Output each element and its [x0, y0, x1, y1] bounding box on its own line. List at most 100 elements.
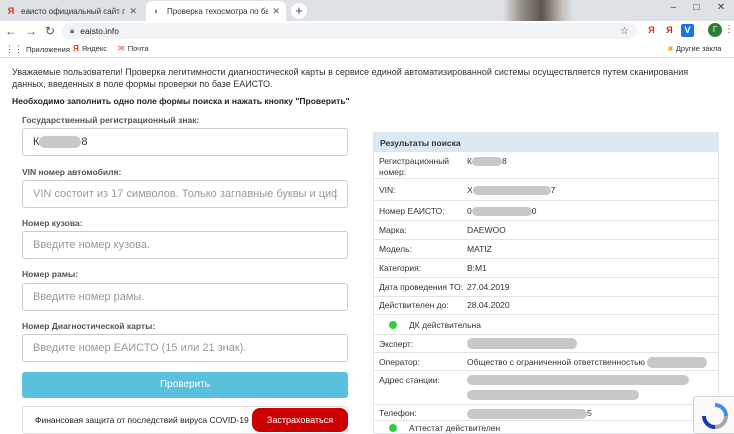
bookmark-other[interactable]: ■ Другие закла [668, 44, 721, 53]
result-row-model: Модель: MATIZ [374, 239, 718, 258]
frame-number-input[interactable] [22, 283, 348, 311]
result-label: Адрес станции: [379, 375, 440, 385]
result-value: 28.04.2020 [467, 300, 510, 310]
bookmark-mail[interactable]: ✉ Почта [118, 44, 149, 53]
menu-icon[interactable]: ⋮ [724, 24, 734, 35]
folder-icon: ■ [668, 44, 673, 53]
result-label: Модель: [379, 244, 412, 254]
vin-label: VIN номер автомобиля: [22, 167, 122, 177]
result-row-operator: Оператор: Общество с ограниченной ответс… [374, 352, 718, 370]
result-row-make: Марка: DAEWOO [374, 220, 718, 239]
bookmarks-bar: ⋮⋮ Приложения Я Яндекс ✉ Почта ■ Другие … [0, 41, 734, 58]
result-label: VIN: [379, 185, 396, 195]
result-value [467, 389, 639, 400]
reload-icon[interactable]: ↻ [43, 24, 57, 38]
status-ok-icon [389, 321, 397, 329]
bookmark-label: Приложения [26, 45, 70, 54]
result-value: Общество с ограниченной ответственностью [467, 357, 708, 369]
bookmark-label: Яндекс [81, 44, 107, 53]
body-number-input[interactable] [22, 231, 348, 259]
result-value: 27.04.2019 [467, 282, 510, 292]
browser-toolbar: ← → ↻ 🔒︎ eaisto.info ☆ Я Я V [0, 21, 734, 41]
status-text: Аттестат действителен [409, 423, 501, 433]
address-bar[interactable]: 🔒︎ eaisto.info ☆ [62, 23, 637, 39]
diag-card-label: Номер Диагностической карты: [22, 321, 156, 331]
result-row-reg: Регистрационный номер: К8 [374, 151, 718, 178]
window-controls: – □ ✕ [662, 2, 734, 18]
insure-button[interactable]: Застраховаться [252, 408, 348, 432]
apps-icon: ⋮⋮ [5, 44, 23, 54]
bookmark-star-icon[interactable]: ☆ [620, 26, 629, 37]
tab-active-check[interactable]: ◐ Проверка техосмотра по базе Е ✕ [146, 1, 286, 21]
lock-icon: 🔒︎ [70, 26, 75, 35]
mail-icon: ✉ [118, 44, 125, 53]
bookmark-apps[interactable]: ⋮⋮ Приложения [5, 44, 70, 55]
result-value: X7 [467, 185, 556, 196]
tab-title: Проверка техосмотра по базе Е [167, 6, 269, 16]
result-label: Дата проведения ТО: [379, 282, 464, 292]
body-number-label: Номер кузова: [22, 218, 83, 228]
result-row-category: Категория: B:M1 [374, 258, 718, 277]
vpn-extension-icon[interactable]: V [681, 24, 694, 37]
maximize-icon[interactable]: □ [694, 2, 700, 18]
tab-eaisto-search[interactable]: Я еаисто официальный сайт прове ✕ [0, 1, 143, 21]
result-label: Телефон: [379, 408, 417, 418]
result-row-station: Адрес станции: [374, 370, 718, 404]
yandex-red-extension-icon[interactable]: Я [663, 24, 676, 37]
yandex-extension-icon[interactable]: Я [645, 24, 658, 37]
result-value: B:M1 [467, 263, 487, 273]
result-row-dk-status: ДК действительна [374, 314, 718, 334]
result-label: Действителен до: [379, 300, 449, 310]
redacted-mask [39, 136, 82, 148]
instruction-text: Необходимо заполнить одно поле формы пои… [12, 96, 350, 106]
forward-icon[interactable]: → [24, 24, 38, 38]
close-icon[interactable]: ✕ [272, 6, 280, 17]
notice-text: Уважаемые пользователи! Проверка легитим… [12, 67, 689, 89]
result-row-valid: Действителен до: 28.04.2020 [374, 296, 718, 314]
bookmark-yandex[interactable]: Я Яндекс [73, 44, 107, 53]
result-label: Регистрационный номер: [379, 156, 450, 177]
result-row-eaisto: Номер ЕАИСТО: 00 [374, 200, 718, 220]
close-icon[interactable]: ✕ [129, 6, 137, 17]
result-label: Марка: [379, 225, 407, 235]
result-label: Оператор: [379, 357, 420, 367]
result-row-date: Дата проведения ТО: 27.04.2019 [374, 277, 718, 296]
result-value: DAEWOO [467, 225, 506, 235]
status-text: ДК действительна [409, 320, 481, 330]
result-label: Эксперт: [379, 339, 414, 349]
tab-title: еаисто официальный сайт прове [21, 6, 126, 16]
close-window-icon[interactable]: ✕ [717, 2, 725, 18]
profile-avatar[interactable]: Г [708, 23, 722, 37]
results-title: Результаты поиска [374, 133, 718, 151]
result-value: MATIZ [467, 244, 492, 254]
new-tab-button[interactable]: + [291, 3, 307, 19]
result-label: Категория: [379, 263, 422, 273]
recaptcha-icon [702, 403, 728, 429]
reg-number-input[interactable]: К 8 [22, 128, 348, 156]
back-icon[interactable]: ← [4, 24, 18, 38]
result-row-expert: Эксперт: [374, 334, 718, 352]
site-favicon-icon: ◐ [154, 6, 160, 16]
reg-number-label: Государственный регистрационный знак: [22, 115, 200, 125]
result-row-attestat: Аттестат действителен [374, 420, 718, 433]
result-value: 5 [467, 408, 592, 419]
diag-card-input[interactable] [22, 334, 348, 362]
recaptcha-badge[interactable] [693, 396, 734, 434]
tab-strip-decoration [503, 0, 573, 21]
check-button[interactable]: Проверить [22, 372, 348, 398]
result-label: Номер ЕАИСТО: [379, 206, 445, 216]
vin-input[interactable] [22, 180, 348, 208]
bookmark-label: Почта [127, 44, 149, 53]
yandex-icon: Я [73, 44, 79, 53]
status-ok-icon [389, 424, 397, 432]
result-value [467, 338, 577, 350]
minimize-icon[interactable]: – [671, 2, 677, 18]
url-text: eaisto.info [80, 26, 120, 36]
result-value: К8 [467, 156, 507, 167]
frame-number-label: Номер рамы: [22, 269, 79, 279]
result-value [467, 374, 689, 385]
result-row-phone: Телефон: 5 [374, 404, 718, 420]
result-value: 00 [467, 206, 537, 217]
search-results-panel: Результаты поиска Регистрационный номер:… [373, 132, 719, 434]
yandex-favicon-icon: Я [7, 6, 15, 16]
